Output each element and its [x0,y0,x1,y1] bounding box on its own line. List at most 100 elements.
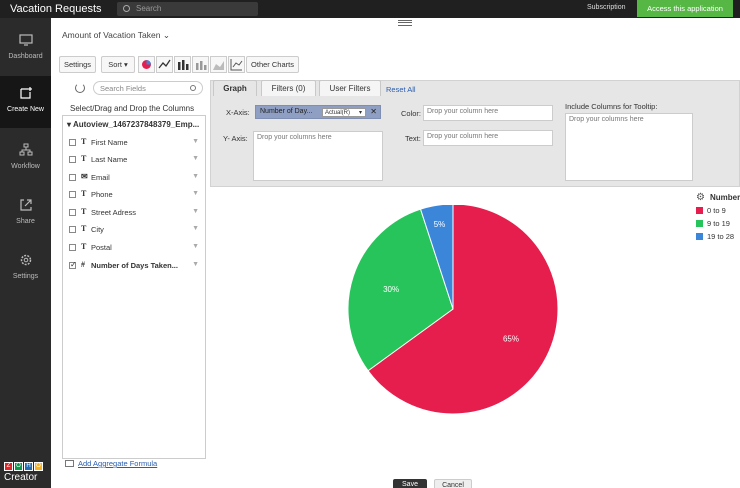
pie-data-label: 30% [383,285,399,294]
tab-user-filters[interactable]: User Filters [319,80,381,96]
field-menu-icon[interactable]: ▼ [192,243,199,250]
text-type-icon: T [81,189,87,198]
reset-all-link[interactable]: Reset All [386,85,416,94]
cancel-button[interactable]: Cancel [434,479,472,488]
refresh-icon[interactable] [75,83,85,93]
legend-item[interactable]: 19 to 28 [696,232,734,241]
field-menu-icon[interactable]: ▼ [192,138,199,145]
legend-label: 9 to 19 [707,219,730,228]
legend-label: 19 to 28 [707,232,735,241]
tab-filters[interactable]: Filters (0) [261,80,316,96]
nav-share[interactable]: Share [0,188,51,240]
zoho-creator-logo: Z O H O Creator [4,462,48,483]
field-email[interactable]: ✉ Email ▼ [69,170,199,186]
text-type-icon: T [81,207,87,216]
field-checkbox[interactable] [69,156,76,163]
field-city[interactable]: T City ▼ [69,222,199,238]
panel-resize-grip[interactable] [398,18,412,26]
sort-button[interactable]: Sort ▾ [101,56,135,73]
field-checkbox[interactable] [69,226,76,233]
search-icon [190,85,196,91]
left-nav: Dashboard Create New Workflow Share Sett… [0,18,51,488]
nav-dashboard[interactable]: Dashboard [0,23,51,75]
legend-item[interactable]: 0 to 9 [696,206,726,215]
nav-share-label: Share [16,218,35,225]
field-checkbox[interactable] [69,174,76,181]
nav-workflow-label: Workflow [11,163,40,170]
legend-swatch [696,207,703,214]
number-type-icon: # [81,260,85,269]
settings-button[interactable]: Settings [59,56,96,73]
fields-list: ▾ Autoview_1467237848379_Emp... T First … [62,115,206,459]
save-button[interactable]: Save [393,479,427,488]
field-postal[interactable]: T Postal ▼ [69,240,199,256]
field-menu-icon[interactable]: ▼ [192,208,199,215]
tab-graph[interactable]: Graph [213,80,257,96]
tooltip-dropzone[interactable]: Drop your columns here [565,113,693,181]
nav-settings[interactable]: Settings [0,243,51,295]
email-type-icon: ✉ [81,172,88,181]
text-dropzone[interactable]: Drop your column here [423,130,553,146]
nav-dashboard-label: Dashboard [8,53,43,60]
bar-chart-icon[interactable] [174,56,191,73]
field-menu-icon[interactable]: ▼ [192,225,199,232]
nav-create-new-label: Create New [7,106,44,113]
stacked-bar-icon[interactable] [192,56,209,73]
field-menu-icon[interactable]: ▼ [192,190,199,197]
chevron-down-icon: ▾ [359,110,363,116]
subscription-link[interactable]: Subscription [587,4,626,11]
gear-icon [19,253,33,267]
create-new-icon [19,86,33,100]
text-type-icon: T [81,154,87,163]
field-checkbox[interactable] [69,260,77,269]
field-menu-icon[interactable]: ▼ [192,155,199,162]
field-checkbox[interactable] [69,139,76,146]
workflow-icon [19,143,33,157]
add-aggregate-formula-link[interactable]: Add Aggregate Formula [65,459,157,468]
monitor-icon [18,33,33,47]
pie-data-label: 65% [503,335,519,344]
legend-swatch [696,233,703,240]
field-phone[interactable]: T Phone ▼ [69,187,199,203]
legend-item[interactable]: 9 to 19 [696,219,730,228]
field-last-name[interactable]: T Last Name ▼ [69,152,199,168]
chevron-down-icon: ⌄ [162,30,170,40]
area-chart-icon[interactable] [210,56,227,73]
tree-root[interactable]: ▾ Autoview_1467237848379_Emp... [67,120,199,129]
field-checkbox[interactable] [69,244,76,251]
y-axis-dropzone[interactable]: Drop your columns here [253,131,383,181]
access-application-button[interactable]: Access this application [637,0,733,17]
x-axis-label: X-Axis: [226,108,250,117]
app-title: Vacation Requests [10,3,102,15]
text-type-icon: T [81,242,87,251]
field-menu-icon[interactable]: ▼ [192,173,199,180]
nav-settings-label: Settings [12,273,39,280]
x-axis-chip[interactable]: Number of Day... Actual(R) ▾ ✕ [255,105,381,119]
nav-workflow[interactable]: Workflow [0,133,51,185]
field-checkbox[interactable] [69,209,76,216]
scatter-chart-icon[interactable] [228,56,245,73]
line-chart-icon[interactable] [156,56,173,73]
field-street-address[interactable]: T Street Adress ▼ [69,205,199,221]
global-search-input[interactable]: Search [117,2,258,16]
share-icon [19,198,33,212]
field-first-name[interactable]: T First Name ▼ [69,135,199,151]
report-title[interactable]: Amount of Vacation Taken ⌄ [62,30,170,41]
other-charts-button[interactable]: Other Charts [246,56,299,73]
legend-swatch [696,220,703,227]
chart-config-panel: Graph Filters (0) User Filters Reset All… [210,80,740,187]
color-dropzone[interactable]: Drop your column here [423,105,553,121]
pie-chart-icon[interactable] [138,56,155,73]
top-bar: Vacation Requests Search Subscription Ac… [0,0,740,18]
field-checkbox[interactable] [69,191,76,198]
gear-icon[interactable]: ⚙ [696,192,705,203]
text-type-icon: T [81,224,87,233]
close-icon[interactable]: ✕ [370,107,377,116]
fields-panel: Search Fields Select/Drag and Drop the C… [57,80,209,472]
field-menu-icon[interactable]: ▼ [192,261,199,268]
search-fields-input[interactable]: Search Fields [93,81,203,95]
text-label: Text: [405,134,421,143]
fields-hint: Select/Drag and Drop the Columns [70,104,195,113]
nav-create-new[interactable]: Create New [0,76,51,128]
field-number-of-days[interactable]: # Number of Days Taken... ▼ [69,258,199,274]
